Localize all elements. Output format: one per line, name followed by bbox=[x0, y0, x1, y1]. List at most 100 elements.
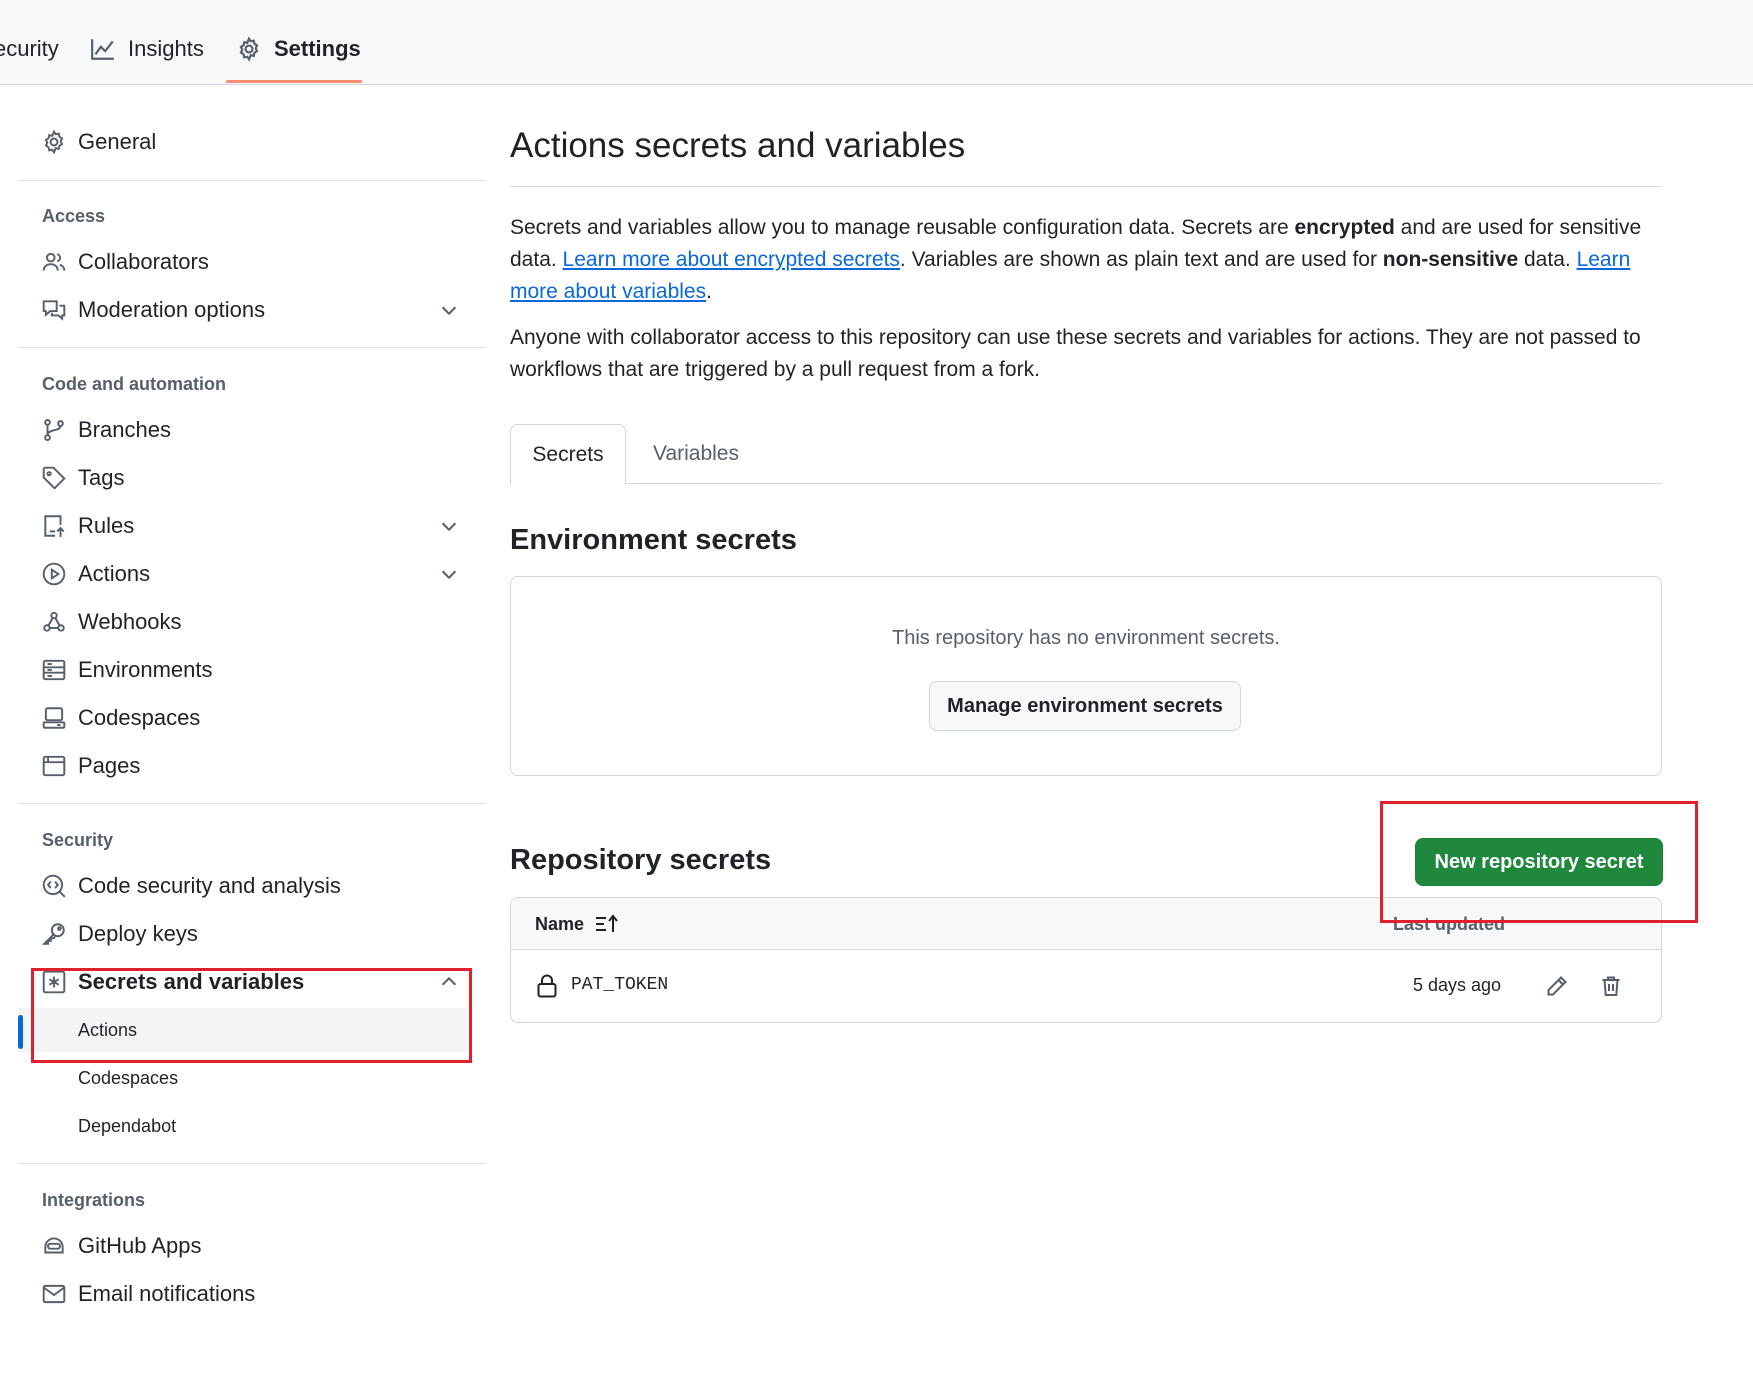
sidebar-item-label: General bbox=[78, 129, 157, 154]
sidebar-item-label: Tags bbox=[78, 465, 125, 490]
hubot-icon bbox=[44, 1237, 64, 1254]
tab-security-label: ecurity bbox=[0, 36, 59, 61]
intro-text: data. bbox=[1518, 248, 1577, 271]
sidebar-item-label: Actions bbox=[78, 561, 151, 586]
sidebar-divider bbox=[18, 1163, 486, 1164]
intro-emphasis: non-sensitive bbox=[1382, 248, 1519, 271]
sidebar-heading-integrations: Integrations bbox=[42, 1190, 146, 1210]
sidebar-item-label: Code security and analysis bbox=[78, 873, 341, 898]
sidebar-item-webhooks[interactable]: Webhooks bbox=[18, 600, 468, 644]
sidebar-subitem-dependabot[interactable]: Dependabot bbox=[18, 1104, 468, 1148]
sidebar-item-label: Webhooks bbox=[78, 609, 182, 634]
browser-icon bbox=[42, 755, 66, 777]
sidebar-item-branches[interactable]: Branches bbox=[18, 408, 468, 452]
sidebar-item-label: Collaborators bbox=[78, 249, 209, 274]
table-row: PAT_TOKEN 5 days ago bbox=[511, 950, 1661, 1022]
sidebar-item-label: Codespaces bbox=[78, 705, 201, 730]
gear-icon bbox=[44, 129, 64, 155]
sidebar-item-label: Deploy keys bbox=[78, 921, 198, 946]
sidebar-item-environments[interactable]: Environments bbox=[18, 648, 468, 692]
sidebar-item-collaborators[interactable]: Collaborators bbox=[18, 240, 468, 284]
sidebar-item-label: Moderation options bbox=[78, 297, 266, 322]
sidebar-item-pages[interactable]: Pages bbox=[18, 744, 468, 788]
empty-state-text: This repository has no environment secre… bbox=[892, 627, 1280, 649]
sidebar-item-email-notifications[interactable]: Email notifications bbox=[18, 1272, 468, 1316]
environment-secrets-title: Environment secrets bbox=[510, 524, 797, 556]
secret-last-updated: 5 days ago bbox=[1413, 975, 1502, 995]
intro-emphasis: encrypted bbox=[1294, 216, 1395, 239]
git-branch-icon bbox=[44, 419, 64, 441]
column-name[interactable]: Name bbox=[535, 913, 620, 935]
tab-settings[interactable]: Settings bbox=[236, 28, 361, 70]
mail-icon bbox=[42, 1284, 66, 1304]
sidebar-item-general[interactable]: General bbox=[18, 120, 468, 164]
webhook-icon bbox=[43, 611, 65, 632]
people-icon bbox=[42, 252, 66, 271]
manage-environment-secrets-button[interactable]: Manage environment secrets bbox=[929, 681, 1241, 731]
sidebar-item-label: GitHub Apps bbox=[78, 1233, 202, 1258]
sidebar-item-deploy-keys[interactable]: Deploy keys bbox=[18, 912, 468, 956]
comment-discussion-icon bbox=[42, 300, 66, 321]
sidebar-item-label: Environments bbox=[78, 657, 213, 682]
chevron-down-icon bbox=[441, 570, 457, 580]
tab-insights-label: Insights bbox=[128, 36, 204, 61]
learn-more-secrets-link[interactable]: Learn more about encrypted secrets bbox=[563, 248, 900, 271]
sidebar-item-github-apps[interactable]: GitHub Apps bbox=[18, 1224, 468, 1268]
repository-secrets-title: Repository secrets bbox=[510, 844, 772, 876]
sidebar-heading-access: Access bbox=[42, 206, 106, 226]
intro-paragraph: Secrets and variables allow you to manag… bbox=[510, 212, 1662, 308]
lock-icon bbox=[537, 974, 557, 998]
active-item-marker bbox=[18, 1015, 23, 1049]
sidebar-heading-code-automation: Code and automation bbox=[42, 374, 226, 394]
edit-secret-button[interactable] bbox=[1541, 970, 1573, 1002]
sidebar-item-label: Email notifications bbox=[78, 1281, 256, 1306]
sidebar-item-label: Branches bbox=[78, 417, 171, 442]
sidebar-divider bbox=[18, 347, 486, 348]
sidebar-item-label: Pages bbox=[78, 753, 141, 778]
sidebar-divider bbox=[18, 803, 486, 804]
tab-secrets[interactable]: Secrets bbox=[510, 424, 626, 485]
sidebar-item-actions[interactable]: Actions bbox=[18, 552, 468, 596]
tab-insights[interactable]: Insights bbox=[90, 28, 204, 70]
graph-icon bbox=[91, 39, 114, 60]
codescan-icon bbox=[42, 874, 66, 898]
chevron-down-icon bbox=[441, 522, 457, 532]
key-icon bbox=[41, 923, 65, 945]
title-divider bbox=[510, 186, 1662, 187]
sidebar-subitem-label: Dependabot bbox=[78, 1115, 177, 1136]
sidebar-item-rules[interactable]: Rules bbox=[18, 504, 468, 548]
sidebar-divider bbox=[18, 180, 486, 181]
sidebar-item-label: Rules bbox=[78, 513, 135, 538]
sidebar-item-codespaces[interactable]: Codespaces bbox=[18, 696, 468, 740]
repo-nav-bar: ecurity Insights Settings bbox=[0, 0, 1753, 85]
tab-variables[interactable]: Variables bbox=[626, 424, 766, 484]
chevron-down-icon bbox=[441, 306, 457, 316]
highlight-box-secrets bbox=[31, 968, 472, 1063]
delete-secret-button[interactable] bbox=[1595, 970, 1627, 1002]
sidebar-subitem-label: Codespaces bbox=[78, 1067, 179, 1088]
repo-push-icon bbox=[44, 515, 65, 537]
server-icon bbox=[42, 659, 66, 681]
sidebar-heading-security: Security bbox=[42, 830, 114, 850]
highlight-box-new-secret bbox=[1380, 801, 1698, 923]
page-title: Actions secrets and variables bbox=[510, 126, 966, 165]
pencil-icon bbox=[1547, 976, 1567, 996]
active-tab-underline bbox=[226, 80, 362, 83]
environment-secrets-box: This repository has no environment secre… bbox=[510, 576, 1662, 776]
column-name-label: Name bbox=[535, 913, 585, 934]
sort-asc-icon bbox=[596, 914, 618, 932]
intro-text: . bbox=[706, 280, 712, 303]
intro-text: . Variables are shown as plain text and … bbox=[899, 248, 1383, 271]
play-icon bbox=[42, 562, 66, 586]
sidebar-item-moderation[interactable]: Moderation options bbox=[18, 288, 468, 332]
secrets-variables-tabs: Secrets Variables bbox=[510, 424, 1662, 485]
tab-settings-label: Settings bbox=[274, 36, 361, 61]
codespaces-icon bbox=[42, 707, 66, 729]
intro-text: Secrets and variables allow you to manag… bbox=[510, 216, 1295, 239]
tab-security[interactable]: ecurity bbox=[0, 28, 59, 70]
sidebar-item-code-security[interactable]: Code security and analysis bbox=[18, 864, 468, 908]
collaborator-note: Anyone with collaborator access to this … bbox=[510, 326, 1641, 381]
trash-icon bbox=[1602, 976, 1620, 996]
secret-name: PAT_TOKEN bbox=[571, 975, 669, 995]
sidebar-item-tags[interactable]: Tags bbox=[18, 456, 468, 500]
